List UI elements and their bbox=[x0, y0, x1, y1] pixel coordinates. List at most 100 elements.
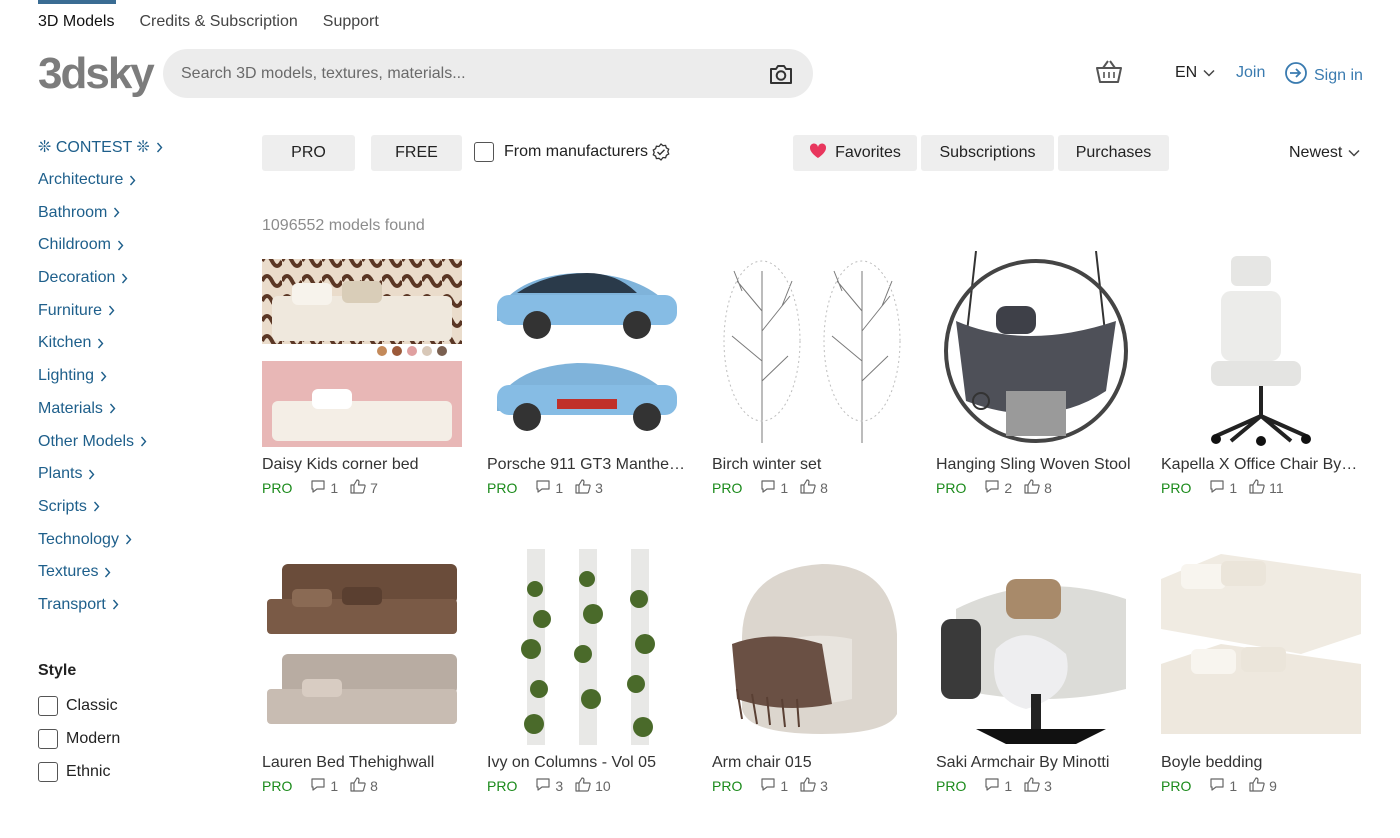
sidebar-category-item[interactable]: Transport bbox=[38, 589, 238, 622]
comment-icon bbox=[984, 479, 1000, 497]
free-filter-button[interactable]: FREE bbox=[371, 135, 462, 171]
chevron-right-icon bbox=[104, 567, 111, 578]
chevron-right-icon bbox=[125, 534, 132, 545]
sidebar-category-item[interactable]: Decoration bbox=[38, 262, 238, 295]
model-thumbnail[interactable] bbox=[712, 549, 912, 745]
pro-badge: PRO bbox=[262, 778, 293, 794]
sidebar-category-item[interactable]: Plants bbox=[38, 458, 238, 491]
sidebar-category-label: Architecture bbox=[38, 171, 124, 189]
language-select[interactable]: EN bbox=[1175, 64, 1215, 82]
model-thumbnail[interactable] bbox=[487, 251, 687, 447]
model-thumbnail[interactable] bbox=[712, 251, 912, 447]
model-card[interactable]: Birch winter set PRO 1 8 bbox=[712, 251, 912, 496]
model-title[interactable]: Porsche 911 GT3 Manthey Racing bbox=[487, 456, 687, 474]
model-title[interactable]: Kapella X Office Chair By Kinnarps bbox=[1161, 456, 1361, 474]
model-thumbnail[interactable] bbox=[936, 549, 1136, 745]
sidebar-category-item[interactable]: Kitchen bbox=[38, 327, 238, 360]
comment-icon bbox=[984, 777, 1000, 795]
style-checkbox[interactable] bbox=[38, 761, 58, 782]
model-title[interactable]: Birch winter set bbox=[712, 456, 912, 474]
style-option[interactable]: Classic bbox=[38, 690, 120, 723]
model-thumbnail[interactable] bbox=[1161, 549, 1361, 745]
sort-label: Newest bbox=[1289, 144, 1343, 161]
model-thumbnail[interactable] bbox=[1161, 251, 1361, 447]
site-logo[interactable]: 3dsky bbox=[38, 52, 155, 96]
thumbs-up-icon bbox=[1249, 479, 1265, 497]
comments-stat: 1 bbox=[760, 479, 789, 497]
comments-count: 1 bbox=[780, 480, 789, 496]
likes-stat: 3 bbox=[800, 777, 828, 795]
model-thumbnail[interactable] bbox=[262, 251, 462, 447]
thumbs-up-icon bbox=[1024, 479, 1040, 497]
sidebar-category-item[interactable]: Lighting bbox=[38, 360, 238, 393]
style-checkbox[interactable] bbox=[38, 729, 58, 750]
style-option[interactable]: Modern bbox=[38, 723, 120, 756]
pro-filter-button[interactable]: PRO bbox=[262, 135, 355, 171]
chevron-right-icon bbox=[140, 436, 147, 447]
subscriptions-button[interactable]: Subscriptions bbox=[921, 135, 1054, 171]
model-meta: PRO 2 8 bbox=[936, 479, 1136, 497]
model-card[interactable]: Kapella X Office Chair By KinnarpsPRO111 bbox=[1161, 251, 1361, 496]
comments-stat: 1 bbox=[535, 479, 564, 497]
model-card[interactable]: Saki Armchair By Minotti PRO 1 3 bbox=[936, 549, 1136, 794]
model-card[interactable]: Arm chair 015 PRO 1 3 bbox=[712, 549, 912, 794]
sidebar-category-label: Kitchen bbox=[38, 334, 92, 352]
comment-icon bbox=[535, 479, 551, 497]
model-card[interactable]: Lauren Bed Thehighwall PRO 1 8 bbox=[262, 549, 462, 794]
model-thumbnail[interactable] bbox=[936, 251, 1136, 447]
manufacturers-checkbox[interactable] bbox=[474, 142, 494, 162]
nav-credits-subscription[interactable]: Credits & Subscription bbox=[139, 0, 297, 40]
purchases-button[interactable]: Purchases bbox=[1058, 135, 1169, 171]
sidebar-category-item[interactable]: Furniture bbox=[38, 294, 238, 327]
manufacturers-label: From manufacturers bbox=[504, 143, 649, 160]
camera-icon[interactable] bbox=[767, 60, 795, 88]
sidebar-category-item[interactable]: Textures bbox=[38, 556, 238, 589]
model-card[interactable]: Hanging Sling Woven Stool PRO 2 8 bbox=[936, 251, 1136, 496]
sidebar-category-item[interactable]: Scripts bbox=[38, 491, 238, 524]
model-title[interactable]: Arm chair 015 bbox=[712, 754, 912, 772]
likes-count: 11 bbox=[1269, 480, 1284, 496]
cart-icon[interactable] bbox=[1094, 58, 1124, 86]
model-title[interactable]: Daisy Kids corner bed bbox=[262, 456, 462, 474]
join-link[interactable]: Join bbox=[1236, 64, 1265, 82]
nav-support[interactable]: Support bbox=[323, 0, 379, 40]
comments-count: 1 bbox=[330, 480, 339, 496]
model-card[interactable]: Boyle bedding PRO 1 9 bbox=[1161, 549, 1361, 794]
search-input[interactable] bbox=[181, 64, 767, 83]
likes-count: 10 bbox=[595, 778, 611, 794]
model-title[interactable]: Boyle bedding bbox=[1161, 754, 1361, 772]
thumbs-up-icon bbox=[350, 479, 366, 497]
nav-3d-models[interactable]: 3D Models bbox=[38, 0, 117, 40]
style-checkbox[interactable] bbox=[38, 696, 58, 717]
sidebar-category-item[interactable]: Bathroom bbox=[38, 196, 238, 229]
model-title[interactable]: Saki Armchair By Minotti bbox=[936, 754, 1136, 772]
sidebar-category-label: Bathroom bbox=[38, 203, 108, 221]
manufacturers-filter[interactable]: From manufacturers bbox=[474, 142, 670, 162]
style-option[interactable]: Ethnic bbox=[38, 755, 120, 788]
model-title[interactable]: Hanging Sling Woven Stool bbox=[936, 456, 1136, 474]
comment-icon bbox=[310, 777, 326, 795]
model-card[interactable]: Ivy on Columns - Vol 05 PRO 3 10 bbox=[487, 549, 687, 794]
favorites-button[interactable]: Favorites bbox=[793, 135, 917, 171]
comments-count: 1 bbox=[555, 480, 564, 496]
sidebar-category-item[interactable]: Materials bbox=[38, 393, 238, 426]
signin-link[interactable]: Sign in bbox=[1284, 61, 1363, 90]
model-card[interactable]: Porsche 911 GT3 Manthey Racing PRO 1 3 bbox=[487, 251, 687, 496]
sidebar-category-item[interactable]: Architecture bbox=[38, 164, 238, 197]
chevron-right-icon bbox=[112, 599, 119, 610]
model-title[interactable]: Lauren Bed Thehighwall bbox=[262, 754, 462, 772]
thumbs-up-icon bbox=[575, 777, 591, 795]
sidebar-category-item[interactable]: Technology bbox=[38, 523, 238, 556]
model-thumbnail[interactable] bbox=[262, 549, 462, 745]
model-title[interactable]: Ivy on Columns - Vol 05 bbox=[487, 754, 687, 772]
sidebar-category-label: Furniture bbox=[38, 301, 103, 319]
pro-badge: PRO bbox=[262, 480, 293, 496]
category-sidebar: ❊ CONTEST ❊ Architecture Bathroom Childroom… bbox=[38, 131, 238, 621]
model-thumbnail[interactable] bbox=[487, 549, 687, 745]
pro-badge: PRO bbox=[712, 480, 743, 496]
sidebar-category-item[interactable]: Childroom bbox=[38, 229, 238, 262]
model-card[interactable]: Daisy Kids corner bed PRO 1 7 bbox=[262, 251, 462, 496]
sidebar-category-item[interactable]: ❊ CONTEST ❊ bbox=[38, 131, 238, 164]
sort-dropdown[interactable]: Newest bbox=[1289, 144, 1360, 162]
sidebar-category-item[interactable]: Other Models bbox=[38, 425, 238, 458]
